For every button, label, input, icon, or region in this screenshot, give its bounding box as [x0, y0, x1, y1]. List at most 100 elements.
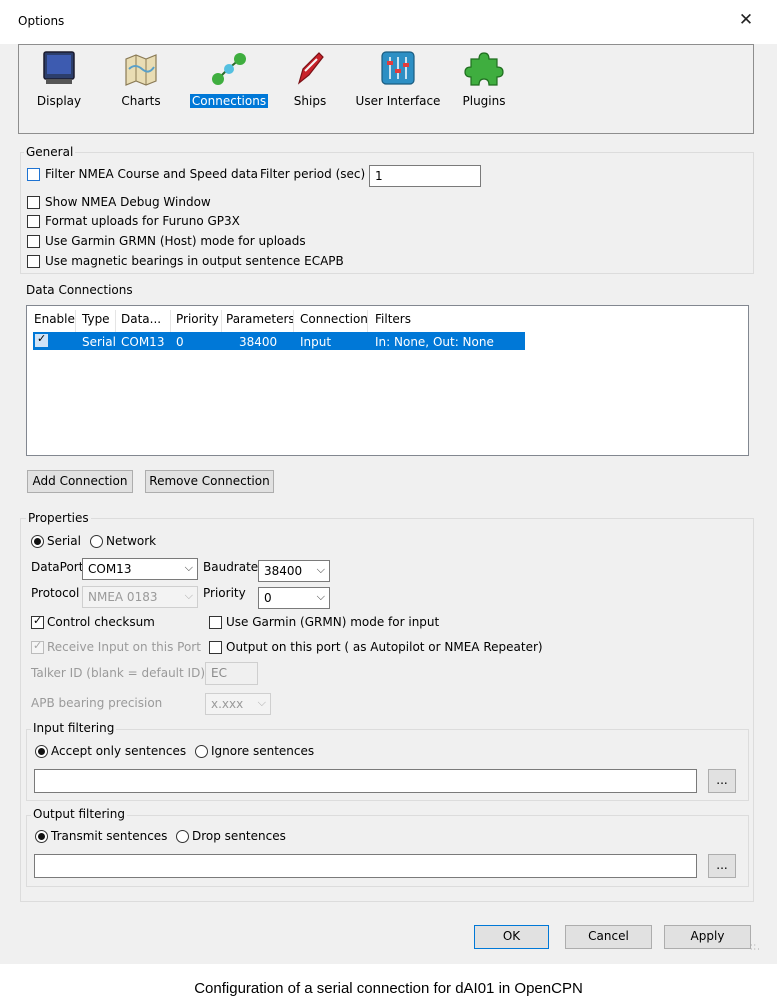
apb-precision-label: APB bearing precision — [31, 696, 163, 710]
input-filter-browse-button[interactable]: ... — [708, 769, 736, 793]
accept-sentences-radio[interactable] — [35, 745, 48, 758]
filter-period-input[interactable]: 1 — [369, 165, 481, 187]
connections-icon — [212, 53, 246, 85]
col-filters[interactable]: Filters — [375, 312, 411, 326]
baudrate-select[interactable]: 38400 ⌵ — [258, 560, 330, 582]
tool-charts-label: Charts — [121, 94, 161, 108]
priority-label: Priority — [203, 586, 246, 600]
filter-nmea-checkbox[interactable] — [27, 168, 40, 181]
apb-precision-select[interactable]: x.xxx ⌵ — [205, 693, 271, 715]
ok-button[interactable]: OK — [474, 925, 549, 949]
protocol-label: Protocol — [31, 586, 80, 600]
talker-id-label: Talker ID (blank = default ID) — [31, 666, 205, 680]
priority-value: 0 — [264, 591, 272, 605]
figure-caption: Configuration of a serial connection for… — [194, 980, 583, 997]
connections-list[interactable]: Enable Type Data... Priority Parameters … — [26, 305, 749, 456]
show-debug-checkbox[interactable] — [27, 196, 40, 209]
row-parameters: 38400 — [239, 335, 278, 349]
furuno-label: Format uploads for Furuno GP3X — [45, 214, 240, 228]
tool-display[interactable]: Display — [29, 49, 89, 115]
row-type: Serial — [82, 335, 116, 349]
row-data: COM13 — [121, 335, 165, 349]
filter-period-label: Filter period (sec) — [260, 167, 366, 181]
furuno-checkbox[interactable] — [27, 215, 40, 228]
sliders-icon — [381, 51, 415, 85]
chevron-down-icon: ⌵ — [316, 590, 325, 603]
output-filter-field[interactable] — [34, 854, 697, 878]
priority-select[interactable]: 0 ⌵ — [258, 587, 330, 609]
input-filtering-title: Input filtering — [31, 721, 117, 735]
drop-sentences-radio[interactable] — [176, 830, 189, 843]
ignore-sentences-radio[interactable] — [195, 745, 208, 758]
title-bar: Options ✕ — [0, 0, 777, 44]
output-port-checkbox[interactable] — [209, 641, 222, 654]
transmit-sentences-radio[interactable] — [35, 830, 48, 843]
chevron-down-icon: ⌵ — [184, 589, 193, 602]
add-connection-button[interactable]: Add Connection — [27, 470, 133, 493]
row-connection: Input — [300, 335, 332, 349]
tool-display-label: Display — [36, 94, 82, 108]
tool-connections-label: Connections — [189, 94, 269, 108]
dataport-value: COM13 — [88, 562, 132, 576]
cancel-button[interactable]: Cancel — [565, 925, 652, 949]
tool-charts[interactable]: Charts — [111, 49, 171, 115]
transmit-sentences-label: Transmit sentences — [51, 829, 168, 843]
apply-button[interactable]: Apply — [664, 925, 751, 949]
general-title: General — [24, 145, 76, 159]
output-filtering-title: Output filtering — [31, 807, 127, 821]
protocol-select[interactable]: NMEA 0183 ⌵ — [82, 586, 198, 608]
magnetic-label: Use magnetic bearings in output sentence… — [45, 254, 344, 268]
tool-ships-label: Ships — [293, 94, 327, 108]
row-filters: In: None, Out: None — [375, 335, 494, 349]
control-checksum-checkbox[interactable] — [31, 614, 44, 629]
filter-nmea-label: Filter NMEA Course and Speed data — [45, 167, 259, 181]
accept-sentences-label: Accept only sentences — [51, 744, 187, 758]
serial-radio[interactable] — [31, 535, 44, 548]
garmin-host-label: Use Garmin GRMN (Host) mode for uploads — [45, 234, 306, 248]
resize-grip-icon[interactable]: ·· ··· — [750, 942, 764, 958]
chevron-down-icon: ⌵ — [257, 696, 266, 709]
col-type[interactable]: Type — [82, 312, 110, 326]
garmin-input-checkbox[interactable] — [209, 616, 222, 629]
col-data[interactable]: Data... — [121, 312, 161, 326]
control-checksum-label: Control checksum — [47, 615, 155, 629]
tool-ships[interactable]: Ships — [285, 49, 335, 115]
receive-input-checkbox[interactable] — [31, 639, 44, 654]
window-title: Options — [18, 14, 65, 28]
tool-user-interface[interactable]: User Interface — [353, 49, 443, 115]
chart-map-icon — [125, 54, 157, 86]
col-priority[interactable]: Priority — [176, 312, 219, 326]
output-filter-browse-button[interactable]: ... — [708, 854, 736, 878]
input-filter-field[interactable] — [34, 769, 697, 793]
col-parameters[interactable]: Parameters — [226, 312, 295, 326]
col-enable[interactable]: Enable — [34, 312, 75, 326]
dataport-label: DataPort — [31, 560, 84, 574]
row-enable-checkbox[interactable] — [35, 332, 48, 347]
garmin-host-checkbox[interactable] — [27, 235, 40, 248]
tool-user-interface-label: User Interface — [355, 94, 441, 108]
remove-connection-button[interactable]: Remove Connection — [145, 470, 274, 493]
ship-icon — [297, 52, 324, 85]
protocol-value: NMEA 0183 — [88, 590, 158, 604]
tool-plugins[interactable]: Plugins — [455, 49, 513, 115]
apb-precision-value: x.xxx — [211, 697, 244, 711]
tool-connections[interactable]: Connections — [189, 49, 269, 115]
monitor-icon — [43, 51, 75, 84]
show-debug-label: Show NMEA Debug Window — [45, 195, 211, 209]
network-label: Network — [106, 534, 157, 548]
options-toolbar: Display Charts Connections Ships User In… — [18, 44, 754, 134]
baudrate-value: 38400 — [264, 564, 303, 578]
col-connection[interactable]: Connection — [300, 312, 368, 326]
row-priority: 0 — [176, 335, 184, 349]
chevron-down-icon: ⌵ — [184, 561, 193, 574]
network-radio[interactable] — [90, 535, 103, 548]
tool-plugins-label: Plugins — [462, 94, 506, 108]
close-icon[interactable]: ✕ — [736, 10, 756, 30]
output-port-label: Output on this port ( as Autopilot or NM… — [226, 640, 543, 654]
garmin-input-label: Use Garmin (GRMN) mode for input — [226, 615, 440, 629]
properties-title: Properties — [26, 511, 91, 525]
dataport-select[interactable]: COM13 ⌵ — [82, 558, 198, 580]
magnetic-checkbox[interactable] — [27, 255, 40, 268]
talker-id-input[interactable]: EC — [205, 662, 258, 685]
serial-label: Serial — [47, 534, 81, 548]
